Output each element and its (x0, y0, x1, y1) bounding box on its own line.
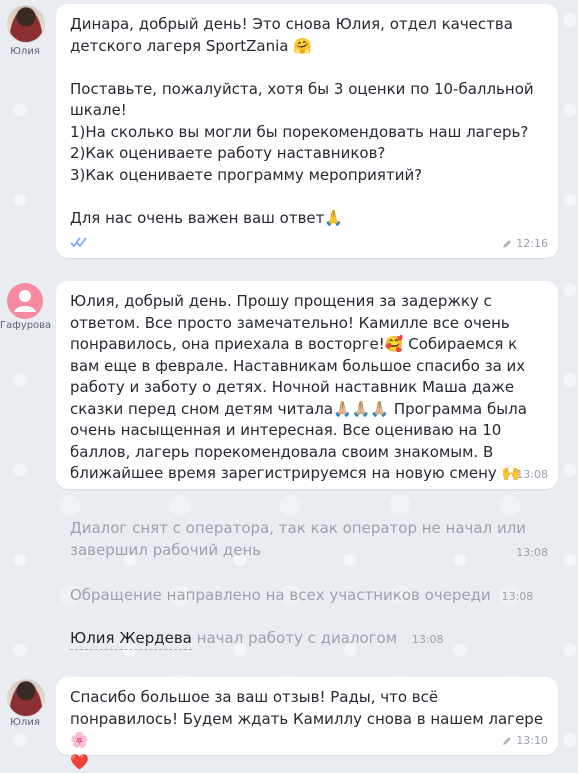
system-event-operator-joined: Юлия Жердева начал работу с диалогом 13:… (70, 628, 552, 651)
message-time: 13:08 (516, 468, 548, 481)
message-meta: 13:08 (516, 468, 548, 481)
system-time: 13:08 (411, 633, 444, 646)
message-meta: 13:10 (502, 734, 548, 747)
sender-name-yulia-2: Юлия (10, 717, 40, 728)
message-text: Спасибо большое за ваш отзыв! Рады, что … (70, 688, 544, 771)
pencil-icon (503, 239, 512, 248)
message-bubble-2[interactable]: Юлия, добрый день. Прошу прощения за зад… (56, 281, 558, 489)
message-text: Динара, добрый день! Это снова Юлия, отд… (70, 15, 534, 227)
message-time: 12:16 (516, 237, 548, 250)
sender-name-yulia: Юлия (10, 46, 40, 57)
system-time: 13:08 (516, 546, 548, 559)
system-event-queue: Обращение направлено на всех участников … (70, 585, 552, 608)
sender-name-gafurova: Гафурова (0, 320, 52, 331)
message-text: Юлия, добрый день. Прошу прощения за зад… (70, 292, 532, 482)
system-text: Диалог снят с оператора, так как операто… (70, 519, 527, 559)
user-icon (14, 290, 36, 312)
message-meta: 12:16 (502, 237, 548, 250)
message-bubble-1[interactable]: Динара, добрый день! Это снова Юлия, отд… (56, 4, 558, 258)
system-text: Обращение направлено на всех участников … (70, 586, 491, 604)
avatar-yulia-2 (7, 679, 45, 717)
message-bubble-3[interactable]: Спасибо большое за ваш отзыв! Рады, что … (56, 677, 558, 771)
system-event-operator-removed: Диалог снят с оператора, так как операто… (70, 518, 552, 561)
avatar-yulia (7, 5, 45, 43)
system-time: 13:08 (501, 590, 534, 603)
pencil-icon (503, 736, 512, 745)
system-text: начал работу с диалогом (196, 629, 398, 647)
avatar-gafurova (7, 283, 43, 319)
double-check-icon (70, 237, 87, 248)
operator-name-link[interactable]: Юлия Жердева (70, 629, 192, 650)
message-time: 13:10 (516, 734, 548, 747)
